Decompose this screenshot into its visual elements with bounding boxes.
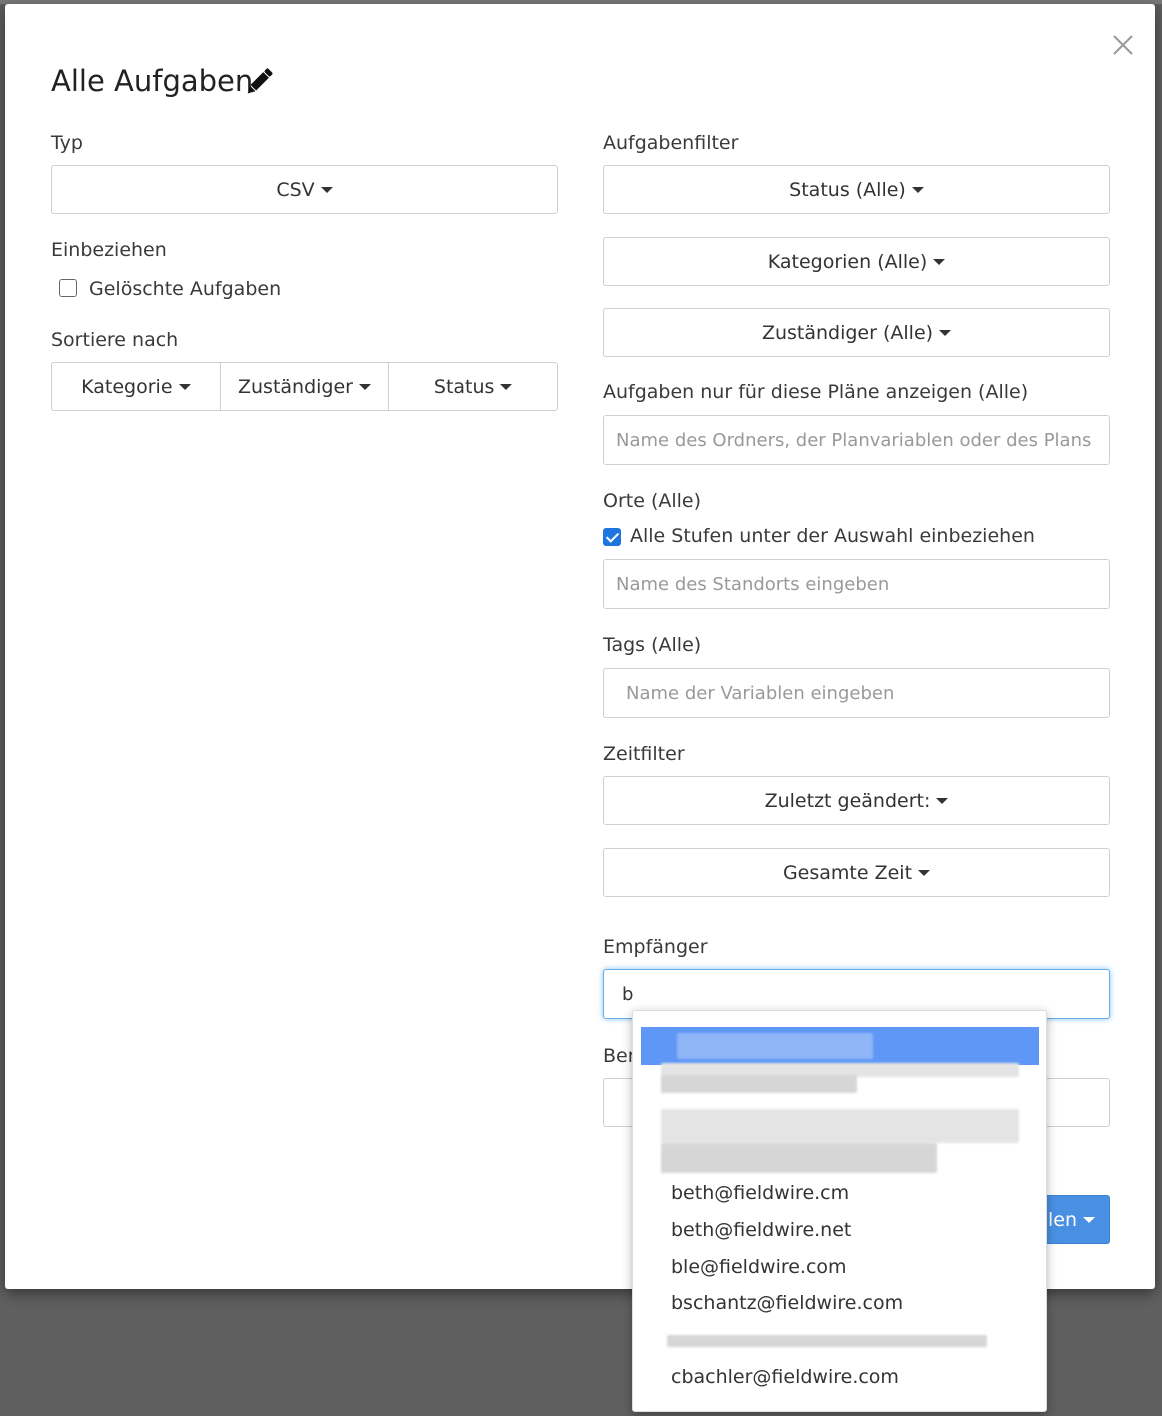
tags-search-input[interactable] [603, 668, 1110, 718]
total-time-label: Gesamte Zeit [782, 861, 913, 884]
sort-assignee-label: Zuständiger [238, 375, 353, 398]
plans-search-input[interactable] [603, 415, 1110, 465]
status-filter-label: Status (Alle) [789, 178, 906, 201]
sort-label: Sortiere nach [51, 329, 179, 351]
caret-down-icon [939, 329, 952, 336]
suggestion-item[interactable]: beth@fieldwire.cm [671, 1182, 849, 1204]
assignee-filter-label: Zuständiger (Alle) [761, 321, 934, 344]
tags-label: Tags (Alle) [603, 634, 702, 656]
last-changed-label: Zuletzt geändert: [764, 789, 931, 812]
pencil-icon[interactable] [241, 64, 277, 100]
suggestion-item[interactable]: beth@fieldwire.net [671, 1219, 851, 1241]
redacted-text [667, 1335, 987, 1347]
partial-field-label: Ber [603, 1045, 636, 1067]
suggestion-item[interactable]: ble@fieldwire.com [671, 1256, 847, 1278]
locations-label: Orte (Alle) [603, 490, 702, 512]
caret-down-icon [933, 258, 946, 265]
deleted-tasks-label: Gelöschte Aufgaben [89, 278, 282, 300]
assignee-filter-button[interactable]: Zuständiger (Alle) [603, 308, 1110, 357]
location-search-input[interactable] [603, 559, 1110, 609]
close-icon[interactable] [1108, 30, 1138, 60]
sort-category-label: Kategorie [81, 375, 173, 398]
status-filter-button[interactable]: Status (Alle) [603, 165, 1110, 214]
include-levels-checkbox[interactable] [603, 528, 621, 546]
caret-down-icon [320, 186, 333, 193]
caret-down-icon [936, 797, 949, 804]
redacted-text [677, 1033, 873, 1059]
caret-down-icon [178, 383, 191, 390]
redacted-text [661, 1109, 1019, 1143]
sort-status-label: Status [433, 375, 495, 398]
caret-down-icon [918, 869, 931, 876]
caret-down-icon [911, 186, 924, 193]
modal-title: Alle Aufgaben [51, 64, 254, 98]
categories-filter-label: Kategorien (Alle) [767, 250, 928, 273]
recipient-suggestions-dropdown: beth@fieldwire.cm beth@fieldwire.net ble… [632, 1010, 1047, 1412]
categories-filter-button[interactable]: Kategorien (Alle) [603, 237, 1110, 286]
submit-button-label: llen [1042, 1208, 1077, 1231]
type-select-value: CSV [276, 178, 315, 201]
recipients-label: Empfänger [603, 936, 708, 958]
caret-down-icon [359, 383, 371, 390]
task-filter-label: Aufgabenfilter [603, 132, 739, 154]
sort-status-button[interactable]: Status [388, 362, 559, 411]
sort-button-group: Kategorie Zuständiger Status [51, 362, 559, 411]
sort-assignee-button[interactable]: Zuständiger [219, 362, 389, 411]
caret-down-icon [1083, 1216, 1095, 1223]
suggestion-item[interactable]: bschantz@fieldwire.com [671, 1292, 903, 1314]
time-filter-label: Zeitfilter [603, 743, 685, 765]
plans-label: Aufgaben nur für diese Pläne anzeigen (A… [603, 381, 1029, 403]
deleted-tasks-checkbox[interactable] [59, 279, 77, 297]
redacted-text [661, 1143, 937, 1173]
type-select-button[interactable]: CSV [51, 165, 558, 214]
caret-down-icon [500, 383, 513, 390]
last-changed-button[interactable]: Zuletzt geändert: [603, 776, 1110, 825]
suggestion-item[interactable]: cbachler@fieldwire.com [671, 1366, 899, 1388]
total-time-button[interactable]: Gesamte Zeit [603, 848, 1110, 897]
sort-category-button[interactable]: Kategorie [51, 362, 220, 411]
typ-label: Typ [51, 132, 83, 154]
include-label: Einbeziehen [51, 239, 167, 261]
include-levels-label: Alle Stufen unter der Auswahl einbeziehe… [630, 525, 1035, 547]
suggestion-highlighted-row[interactable] [641, 1027, 1039, 1065]
redacted-text [661, 1075, 857, 1093]
